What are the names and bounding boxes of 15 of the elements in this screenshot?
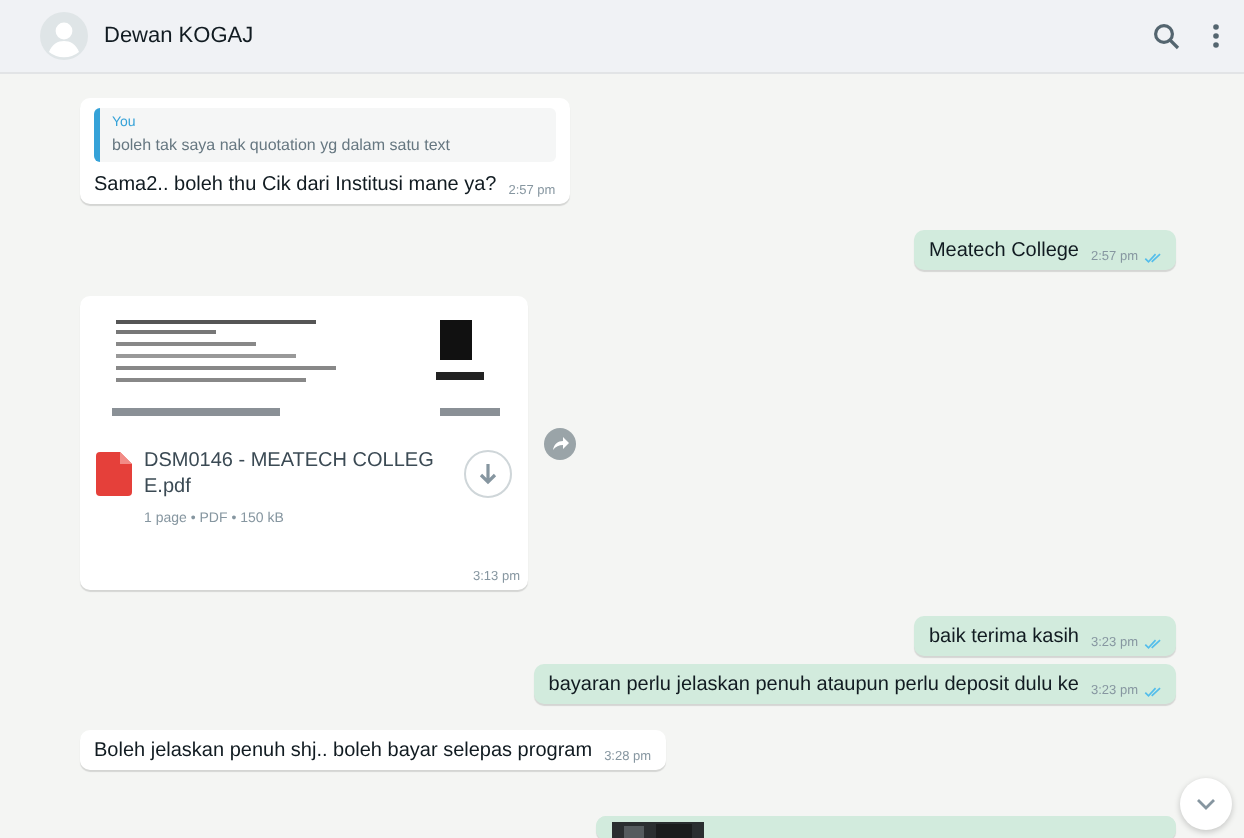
scroll-down-button[interactable] <box>1180 778 1232 830</box>
message-text: Sama2.. boleh thu Cik dari Institusi mane ya? <box>94 174 497 196</box>
search-icon[interactable] <box>1152 22 1180 50</box>
quote-text: boleh tak saya nak quotation yg dalam satu text <box>112 136 452 154</box>
forward-icon[interactable] <box>544 427 576 459</box>
message-text: baik terima kasih <box>928 626 1079 648</box>
menu-icon[interactable] <box>1212 22 1220 50</box>
message-text: Boleh jelaskan penuh shj.. boleh bayar selepas program <box>94 740 593 762</box>
download-button[interactable] <box>464 450 512 498</box>
message-text: bayaran perlu jelaskan penuh ataupun perlu deposit dulu ke <box>548 674 1079 696</box>
download-icon <box>478 462 498 486</box>
message-text: Meatech College <box>928 240 1079 262</box>
pdf-file-icon <box>96 452 132 496</box>
chevron-down-icon <box>1196 798 1216 810</box>
file-name: DSM0146 - MEATECH COLLEGE.pdf <box>144 448 436 500</box>
